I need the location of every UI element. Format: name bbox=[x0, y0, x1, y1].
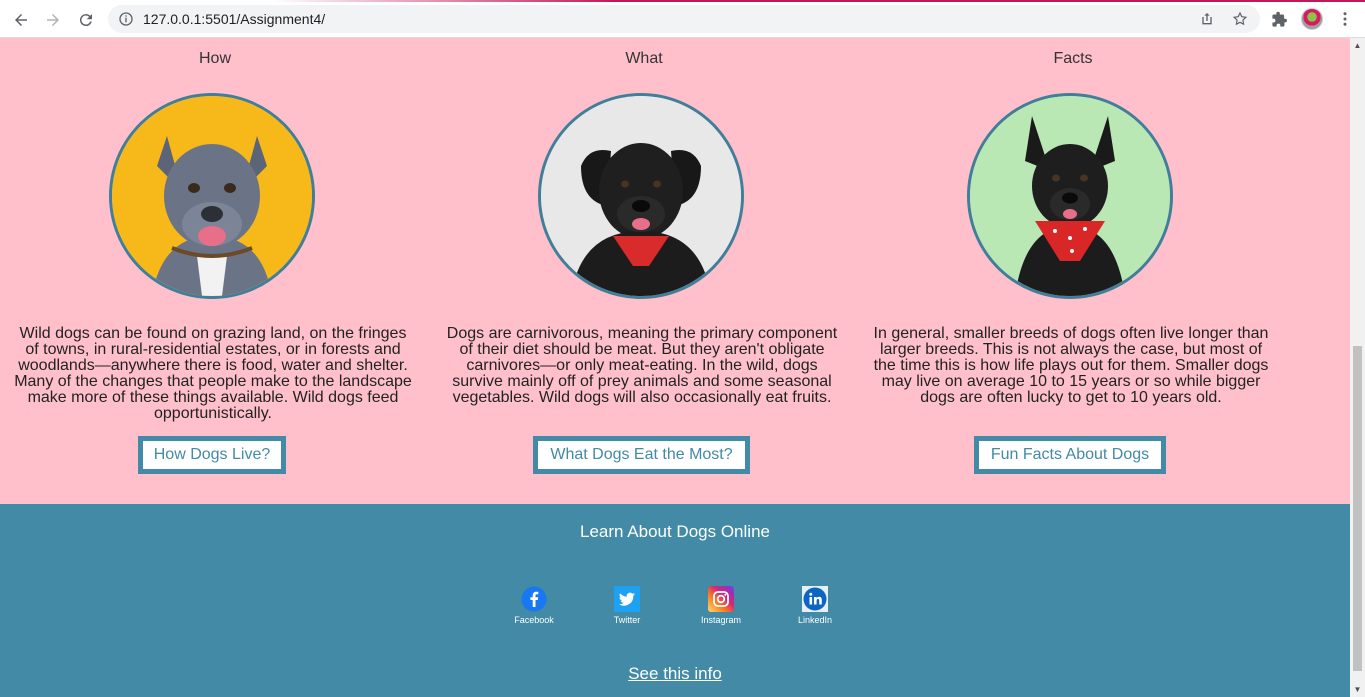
more-menu-icon[interactable] bbox=[1336, 10, 1354, 28]
tab-strip-accent bbox=[0, 0, 1365, 2]
fun-facts-button[interactable]: Fun Facts About Dogs bbox=[974, 436, 1166, 474]
bookmark-star-icon[interactable] bbox=[1232, 11, 1248, 27]
reload-button[interactable] bbox=[73, 7, 99, 33]
vertical-scrollbar[interactable]: ▲ ▼ bbox=[1350, 38, 1365, 697]
column-description: Dogs are carnivorous, meaning the primar… bbox=[446, 325, 838, 406]
back-button[interactable] bbox=[8, 7, 34, 33]
column-description: In general, smaller breeds of dogs often… bbox=[873, 325, 1269, 406]
instagram-icon[interactable] bbox=[708, 586, 734, 612]
back-arrow-icon bbox=[15, 14, 27, 26]
column-heading: Facts bbox=[1053, 50, 1093, 67]
url-text[interactable]: 127.0.0.1:5501/Assignment4/ bbox=[143, 11, 325, 27]
scrollbar-thumb[interactable] bbox=[1353, 346, 1362, 671]
linkedin-icon[interactable] bbox=[802, 586, 828, 612]
scroll-up-arrow-icon[interactable]: ▲ bbox=[1350, 38, 1365, 53]
social-link-facebook[interactable]: Facebook bbox=[504, 586, 564, 625]
browser-toolbar: 127.0.0.1:5501/Assignment4/ bbox=[0, 0, 1365, 38]
social-label: Twitter bbox=[613, 615, 641, 625]
social-link-linkedin[interactable]: LinkedIn bbox=[785, 586, 845, 625]
share-icon[interactable] bbox=[1199, 11, 1215, 27]
forward-button[interactable] bbox=[40, 7, 66, 33]
social-link-twitter[interactable]: Twitter bbox=[597, 586, 657, 625]
site-info-icon[interactable] bbox=[118, 11, 134, 27]
column-heading: How bbox=[198, 50, 231, 67]
footer: Learn About Dogs Online Facebook Twitter bbox=[0, 504, 1350, 697]
scroll-down-arrow-icon[interactable]: ▼ bbox=[1350, 682, 1365, 697]
forward-arrow-icon bbox=[47, 14, 59, 26]
dog-photo-black bbox=[541, 96, 741, 296]
how-dogs-live-button[interactable]: How Dogs Live? bbox=[138, 436, 286, 474]
see-this-info-link[interactable]: See this info bbox=[0, 664, 1350, 684]
dog-photo-black-red-bandana bbox=[970, 96, 1170, 296]
facebook-icon[interactable] bbox=[521, 586, 547, 612]
dog-image-grey-pitbull bbox=[109, 93, 315, 299]
what-dogs-eat-button[interactable]: What Dogs Eat the Most? bbox=[533, 436, 750, 474]
column-heading: What bbox=[625, 50, 663, 67]
dog-image-black-shepherd bbox=[967, 93, 1173, 299]
social-label: Instagram bbox=[700, 615, 742, 625]
dog-image-black-lab bbox=[538, 93, 744, 299]
address-bar[interactable]: 127.0.0.1:5501/Assignment4/ bbox=[108, 5, 1260, 33]
page-viewport: How Wild dogs can be found on grazing la… bbox=[0, 38, 1350, 697]
footer-title: Learn About Dogs Online bbox=[580, 522, 770, 541]
dog-info-section: How Wild dogs can be found on grazing la… bbox=[0, 38, 1350, 504]
reload-icon bbox=[79, 14, 92, 27]
profile-avatar[interactable] bbox=[1301, 8, 1323, 30]
dog-photo-grey bbox=[112, 96, 312, 296]
twitter-icon[interactable] bbox=[614, 586, 640, 612]
column-description: Wild dogs can be found on grazing land, … bbox=[14, 325, 412, 422]
social-label: LinkedIn bbox=[797, 615, 833, 625]
extensions-puzzle-icon[interactable] bbox=[1271, 11, 1288, 28]
social-label: Facebook bbox=[514, 615, 554, 625]
social-link-instagram[interactable]: Instagram bbox=[691, 586, 751, 625]
